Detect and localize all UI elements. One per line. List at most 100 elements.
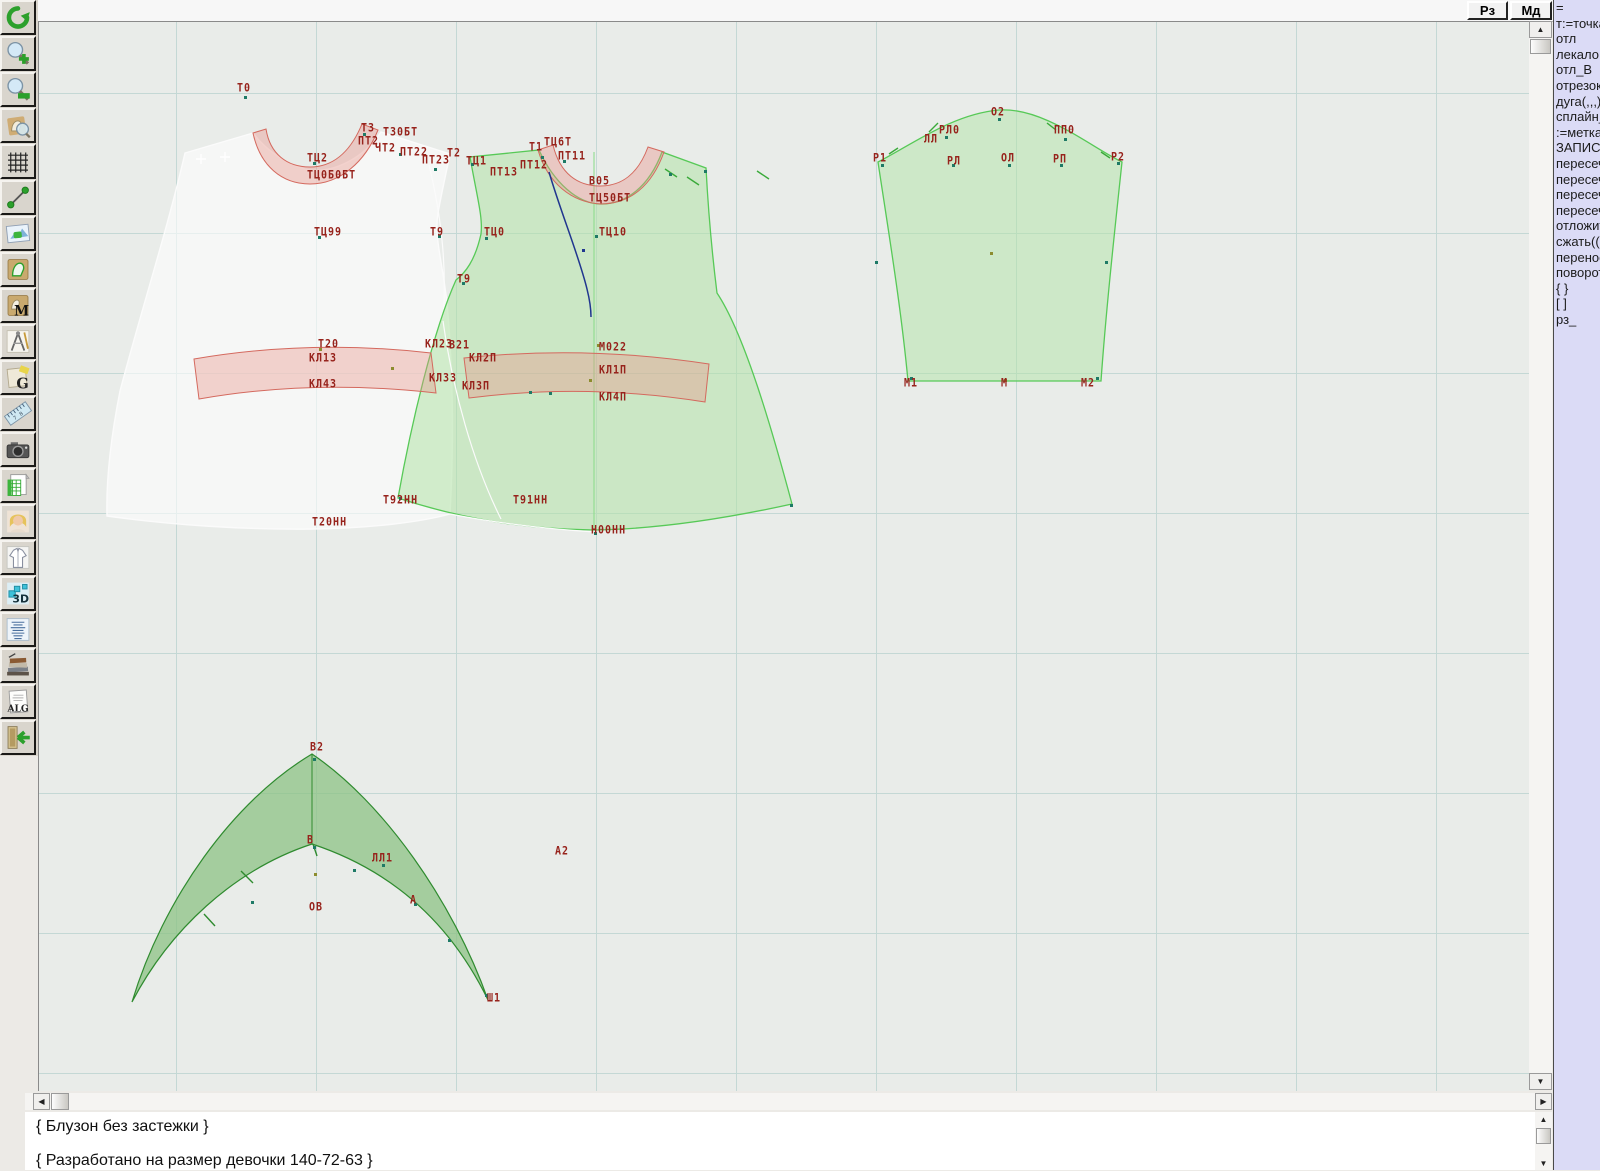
scroll-right-icon[interactable]: ▶ [1535, 1093, 1552, 1110]
command-item[interactable]: ЗАПИСА [1554, 140, 1600, 156]
command-item[interactable]: перенос [1554, 250, 1600, 266]
point-label: О2 [991, 106, 1005, 119]
zoom-in-button[interactable] [0, 36, 36, 71]
status-scroll-thumb[interactable] [1536, 1128, 1551, 1144]
point-label: ЧТ2 [375, 142, 396, 155]
refresh-button[interactable] [0, 0, 36, 35]
point-label: М022 [599, 341, 627, 354]
g-document-button[interactable]: G [0, 360, 36, 395]
compass-button[interactable] [0, 324, 36, 359]
exit-button[interactable] [0, 720, 36, 755]
back-bodice-piece[interactable] [107, 132, 453, 529]
piece-edit-button[interactable] [0, 252, 36, 287]
scroll-up-icon[interactable]: ▲ [1529, 21, 1552, 38]
point-label: Т91НН [513, 494, 548, 507]
point-label: ПТ13 [490, 166, 518, 179]
alg-document-button[interactable]: ALG [0, 684, 36, 719]
point-label: КЛ2П [469, 352, 497, 365]
drawing-canvas[interactable]: Т0Т3Т30БТПТ2ЧТ2ТЦ2ПТ22Т2ПТ23ТЦ0Б0БТТЦ1ПТ… [38, 21, 1529, 1091]
text-list-icon [3, 615, 33, 644]
mode-rz-button[interactable]: Рз [1467, 1, 1508, 20]
grid-button[interactable] [0, 144, 36, 179]
image-icon [3, 219, 33, 248]
text-list-button[interactable] [0, 612, 36, 647]
image-button[interactable] [0, 216, 36, 251]
status-scroll-up-icon[interactable]: ▲ [1535, 1112, 1552, 1126]
books-button[interactable] [0, 648, 36, 683]
command-item[interactable]: отл_В [1554, 62, 1600, 78]
pattern-cad-window: { "window": { "mode_buttons": [ {"label"… [0, 0, 1600, 1170]
status-vscrollbar[interactable]: ▲ ▼ [1535, 1112, 1552, 1170]
command-item[interactable]: :=метка [1554, 125, 1600, 141]
point-label: РЛ0 [939, 124, 960, 137]
command-item[interactable]: сплайн_ [1554, 109, 1600, 125]
command-item[interactable]: пересеч [1554, 187, 1600, 203]
point-label: Т1 [529, 141, 543, 154]
command-item[interactable]: лекало [1554, 47, 1600, 63]
point-label: ПТ12 [520, 159, 548, 172]
point-label: ОВ [309, 901, 323, 914]
point-label: В2 [310, 741, 324, 754]
command-item[interactable]: дуга(,,,) [1554, 94, 1600, 110]
piece-edit-icon [3, 255, 33, 284]
command-item[interactable]: рз_ [1554, 312, 1600, 328]
command-sidebar: =т:=точкаотллекалоотл_Вотрезокдуга(,,,)с… [1553, 0, 1600, 1170]
status-line-2: { Разработано на размер девочки 140-72-6… [36, 1152, 373, 1170]
status-area: { Блузон без застежки } { Разработано на… [25, 1112, 1535, 1170]
portrait-icon [3, 507, 33, 536]
command-item[interactable]: пересеч [1554, 156, 1600, 172]
point-label: Н00НН [591, 524, 626, 537]
canvas-vscrollbar[interactable]: ▲ ▼ [1529, 21, 1552, 1090]
status-line-1: { Блузон без застежки } [36, 1118, 209, 1136]
point-label: Ш1 [487, 992, 501, 1005]
command-item[interactable]: т:=точка [1554, 16, 1600, 32]
scroll-down-icon[interactable]: ▼ [1529, 1073, 1552, 1090]
g-document-icon: G [3, 363, 33, 392]
segment-button[interactable] [0, 180, 36, 215]
spreadsheet-button[interactable] [0, 468, 36, 503]
point-label: Т9 [457, 273, 471, 286]
zoom-out-button[interactable] [0, 72, 36, 107]
point-label: РЛ [947, 155, 961, 168]
3d-button[interactable]: 3D [0, 576, 36, 611]
point-label: Т9 [430, 226, 444, 239]
ruler-button[interactable]: 78 [0, 396, 36, 431]
spreadsheet-icon [3, 471, 33, 500]
point-label: КЛ13 [309, 352, 337, 365]
command-item[interactable]: отрезок [1554, 78, 1600, 94]
command-item[interactable]: = [1554, 0, 1600, 16]
garment-sketch-button[interactable] [0, 540, 36, 575]
sleeve-piece[interactable] [878, 110, 1122, 381]
point-label: Р1 [873, 152, 887, 165]
command-item[interactable]: отл [1554, 31, 1600, 47]
point-label: Р2 [1111, 151, 1125, 164]
command-item[interactable]: [ ] [1554, 296, 1600, 312]
point-label: КЛ33 [429, 372, 457, 385]
piece-preview-button[interactable] [0, 108, 36, 143]
books-icon [3, 651, 33, 680]
svg-text:M: M [14, 303, 29, 319]
command-item[interactable]: пересеч [1554, 203, 1600, 219]
collar-piece[interactable] [132, 754, 488, 1002]
mode-md-button[interactable]: Мд [1510, 1, 1552, 20]
camera-button[interactable] [0, 432, 36, 467]
point-label: Т92НН [383, 494, 418, 507]
scroll-left-icon[interactable]: ◀ [33, 1093, 50, 1110]
command-item[interactable]: пересеч [1554, 172, 1600, 188]
status-scroll-down-icon[interactable]: ▼ [1535, 1156, 1552, 1170]
command-item[interactable]: отложит [1554, 218, 1600, 234]
garment-sketch-icon [3, 543, 33, 572]
point-label: ПП0 [1054, 124, 1075, 137]
command-item[interactable]: поворот [1554, 265, 1600, 281]
pattern-m-button[interactable]: M [0, 288, 36, 323]
vscroll-thumb[interactable] [1530, 39, 1551, 54]
command-item[interactable]: { } [1554, 281, 1600, 297]
point-label: ТЦ50БТ [589, 192, 631, 205]
hscroll-thumb[interactable] [51, 1093, 69, 1110]
point-label: Т0 [237, 82, 251, 95]
portrait-button[interactable] [0, 504, 36, 539]
canvas-hscrollbar[interactable]: ◀ ▶ [25, 1093, 1552, 1110]
point-label: КЛ4П [599, 391, 627, 404]
command-item[interactable]: сжать(( [1554, 234, 1600, 250]
svg-text:G: G [16, 375, 28, 392]
